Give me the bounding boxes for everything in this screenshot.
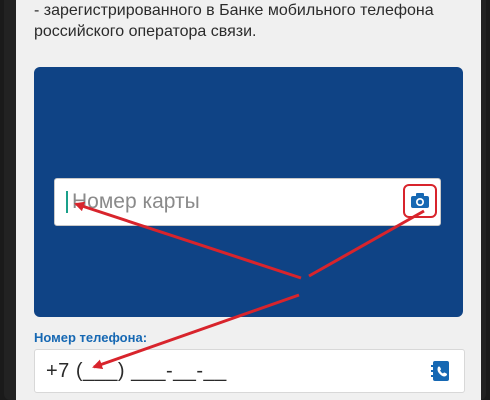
camera-scan-button[interactable]: [403, 184, 437, 218]
card-number-placeholder: Номер карты: [72, 190, 200, 213]
intro-text: - зарегистрированного в Банке мобильного…: [34, 0, 464, 42]
card-number-input[interactable]: Номер карты: [54, 178, 441, 226]
phone-number-input[interactable]: +7 (___) ___-__-__: [34, 349, 465, 393]
intro-line-2: - зарегистрированного в Банке мобильного…: [34, 2, 434, 19]
camera-icon: [411, 193, 429, 208]
device-frame: - зарегистрированного в Банке мобильного…: [4, 0, 486, 400]
text-caret: [66, 191, 68, 213]
card-panel: Номер карты: [34, 67, 463, 317]
app-screen: - зарегистрированного в Банке мобильного…: [16, 0, 481, 400]
intro-line-3: российского оператора связи.: [34, 23, 257, 40]
phone-number-label: Номер телефона:: [34, 330, 148, 345]
contacts-book-icon[interactable]: [431, 360, 451, 382]
phone-number-mask: +7 (___) ___-__-__: [46, 360, 227, 382]
